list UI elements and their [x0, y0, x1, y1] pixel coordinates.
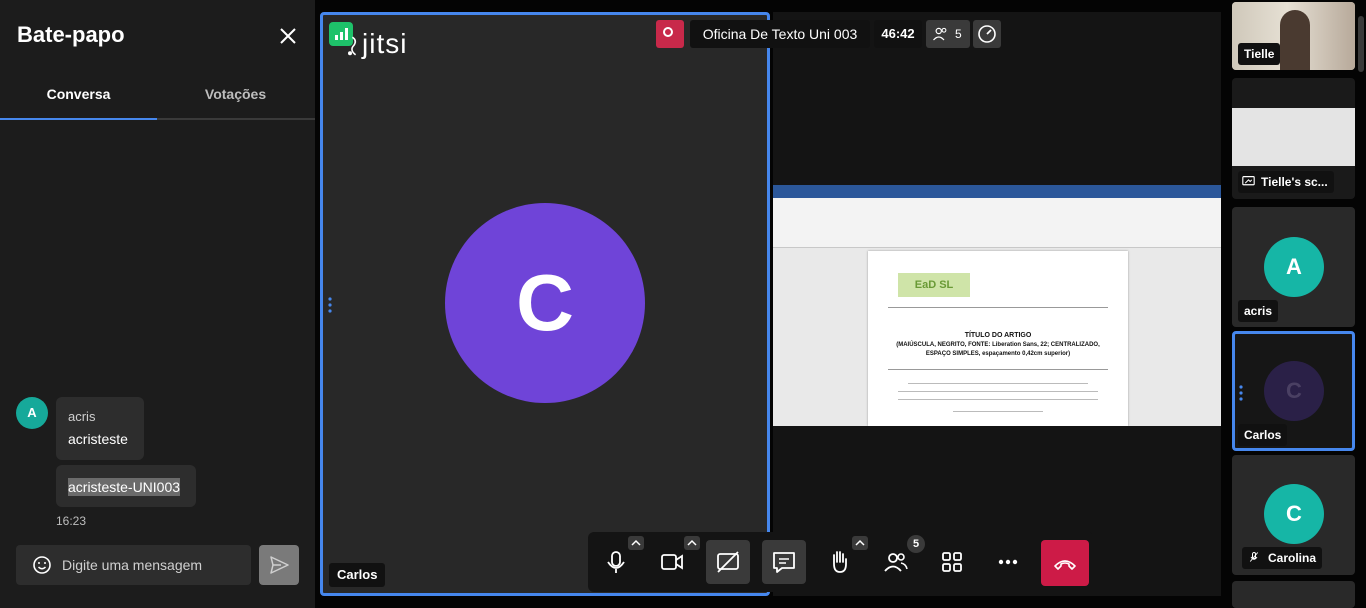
participant-name-label: Carlos: [1238, 424, 1288, 446]
participant-name-label: Tielle's sc...: [1238, 171, 1334, 193]
microphone-muted-icon: [1249, 552, 1259, 562]
screen-share-icon: [1242, 176, 1255, 186]
word-title-bar: [773, 185, 1221, 198]
chat-message-input[interactable]: [62, 545, 242, 585]
performance-settings[interactable]: [973, 20, 1001, 48]
audio-settings-caret[interactable]: [628, 536, 644, 550]
gauge-icon: [978, 25, 996, 43]
participants-badge: 5: [907, 535, 925, 553]
chat-button[interactable]: [762, 540, 806, 584]
avatar: A: [1264, 237, 1324, 297]
video-settings-caret[interactable]: [684, 536, 700, 550]
document-heading: TÍTULO DO ARTIGO: [964, 332, 1032, 339]
participant-name-label: Carolina: [1242, 547, 1323, 569]
text-line: [898, 399, 1098, 400]
message-sender: acris: [68, 409, 96, 424]
more-options-button[interactable]: [986, 540, 1030, 584]
divider: [888, 369, 1108, 370]
chat-input-box: [16, 545, 251, 585]
divider: [888, 307, 1108, 308]
participant-name-label: Tielle: [1238, 43, 1281, 65]
screen-share-thumbnail: [1232, 108, 1355, 166]
filmstrip-tile[interactable]: C Carolina: [1232, 455, 1355, 575]
send-button[interactable]: [259, 545, 299, 585]
emoji-icon[interactable]: [32, 555, 52, 575]
document-logo: EaD SL: [898, 273, 970, 297]
reactions-caret[interactable]: [852, 536, 868, 550]
more-icon: [998, 559, 1018, 565]
chat-icon: [773, 552, 795, 573]
text-line: [898, 391, 1098, 392]
chevron-up-icon: [631, 539, 641, 546]
text-line: [953, 411, 1043, 412]
logo-text: jitsi: [362, 28, 408, 59]
message-text: acristeste-UNI003: [68, 478, 181, 496]
recording-indicator[interactable]: [656, 20, 684, 48]
send-icon: [270, 556, 289, 574]
avatar: C: [1264, 361, 1324, 421]
message-text: acristeste: [68, 431, 128, 447]
filmstrip-tile[interactable]: Tielle: [1232, 2, 1355, 70]
participants-count[interactable]: 5: [926, 20, 970, 48]
text-line: [908, 383, 1088, 384]
chat-panel: Bate-papo Conversa Votações A acris acri…: [0, 0, 315, 608]
tab-active-indicator: [0, 118, 157, 120]
chat-message: acristeste-UNI003: [56, 465, 196, 507]
jitsi-logo: jitsi: [346, 28, 407, 60]
chat-tabs: Conversa Votações: [0, 70, 315, 120]
hangup-button[interactable]: [1041, 540, 1089, 586]
hangup-icon: [1054, 560, 1076, 570]
chat-title: Bate-papo: [17, 22, 125, 47]
jitsi-meeting-app: Bate-papo Conversa Votações A acris acri…: [0, 0, 1366, 608]
participant-name-label: acris: [1238, 300, 1279, 322]
document-subheading: (MAIÚSCULA, NEGRITO, FONTE: Liberation S…: [896, 342, 1100, 357]
chat-message: acris acristeste: [56, 397, 144, 460]
screen-share-button[interactable]: [706, 540, 750, 584]
shared-screen-content: EaD SL TÍTULO DO ARTIGO (MAIÚSCULA, NEGR…: [773, 185, 1221, 426]
meeting-timer: 46:42: [874, 20, 922, 48]
avatar: C: [1264, 484, 1324, 544]
participants-icon: [933, 27, 947, 41]
drag-handle-icon[interactable]: [328, 296, 332, 314]
screen-share-icon: [717, 551, 739, 573]
toolbar: [588, 532, 1094, 592]
chevron-up-icon: [687, 539, 697, 546]
meeting-title: Oficina De Texto Uni 003: [690, 20, 870, 48]
message-time: 16:23: [56, 514, 87, 528]
jitsi-logo-mark-icon: [348, 36, 357, 56]
word-ribbon: [773, 198, 1221, 248]
participant-silhouette: [1280, 10, 1310, 70]
drag-handle-icon[interactable]: [1239, 384, 1243, 402]
participant-name: Carolina: [1268, 551, 1317, 565]
filmstrip-tile[interactable]: A acris: [1232, 207, 1355, 327]
tile-view-button[interactable]: [930, 540, 974, 584]
participant-name-label: Carlos: [329, 563, 386, 587]
participant-count-value: 5: [955, 27, 962, 41]
chevron-up-icon: [855, 539, 865, 546]
avatar: C: [445, 203, 645, 403]
participant-name: Tielle's sc...: [1261, 175, 1328, 189]
grid-icon: [942, 552, 962, 572]
avatar: A: [16, 397, 48, 429]
tab-votacoes[interactable]: Votações: [157, 70, 314, 120]
filmstrip-tile[interactable]: Tielle's sc...: [1232, 78, 1355, 199]
close-icon[interactable]: [276, 24, 300, 48]
tab-conversa[interactable]: Conversa: [0, 70, 157, 120]
filmstrip-tile[interactable]: [1232, 581, 1355, 608]
filmstrip-tile-active[interactable]: C Carlos: [1232, 331, 1355, 451]
filmstrip-scrollbar[interactable]: [1358, 16, 1364, 72]
document-page: EaD SL TÍTULO DO ARTIGO (MAIÚSCULA, NEGR…: [868, 251, 1128, 426]
